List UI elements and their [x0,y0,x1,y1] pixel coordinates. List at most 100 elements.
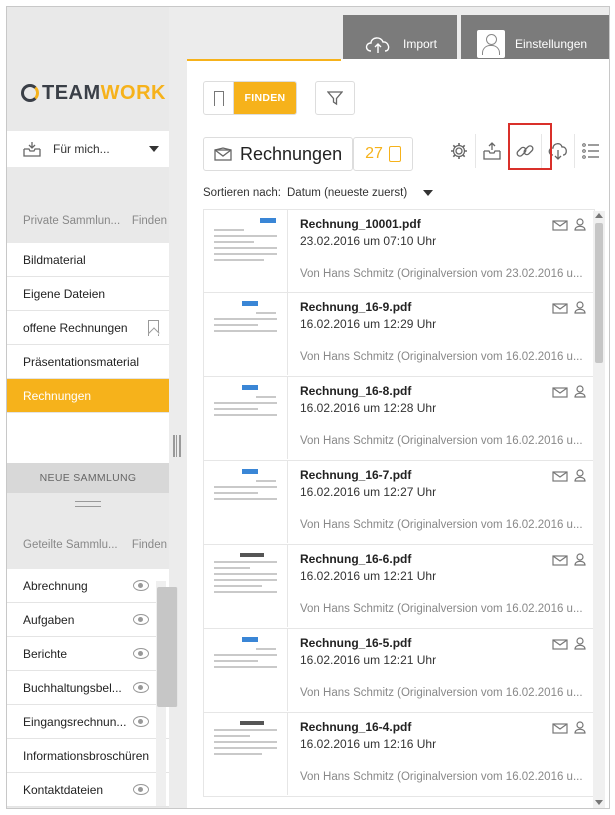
document-row-icons [552,637,586,650]
logo-ring-icon [21,84,39,102]
collection-item-offene-rechnungen[interactable]: offene Rechnungen [7,311,169,345]
collection-label: Aufgaben [23,612,75,627]
document-filename[interactable]: Rechnung_16-7.pdf [300,468,594,482]
user-icon[interactable] [574,385,586,398]
collection-label: Rechnungen [23,388,92,403]
shared-item-eingangsrechnungen[interactable]: Eingangsrechnun... [7,705,169,739]
filter-button[interactable] [315,81,355,115]
shared-item-aufgaben[interactable]: Aufgaben [7,603,169,637]
user-icon[interactable] [574,301,586,314]
settings-button[interactable] [442,134,475,168]
document-icon [388,146,401,162]
eye-icon [133,716,149,727]
user-icon[interactable] [574,553,586,566]
sort-label: Sortieren nach: [203,187,281,199]
document-row-icons [552,553,586,566]
mail-open-icon[interactable] [552,721,568,734]
new-collection-button[interactable]: NEUE SAMMLUNG [7,463,169,493]
document-row[interactable]: Rechnung_10001.pdf 23.02.2016 um 07:10 U… [203,209,595,293]
mail-open-icon[interactable] [552,637,568,650]
scrollbar-thumb[interactable] [157,587,178,707]
eye-icon [133,648,149,659]
mail-open-icon[interactable] [552,385,568,398]
document-filename[interactable]: Rechnung_16-9.pdf [300,300,594,314]
main-panel: FINDEN Rechnungen 27 Sortieren nach: Dat… [187,59,609,808]
document-thumbnail [204,545,288,627]
find-button[interactable]: FINDEN [234,82,296,114]
collection-label: Berichte [23,646,68,661]
document-date: 16.02.2016 um 12:29 Uhr [300,317,437,331]
document-list-scrollbar[interactable] [593,211,605,808]
document-author: Von Hans Schmitz (Originalversion vom 16… [300,603,582,615]
document-filename[interactable]: Rechnung_16-8.pdf [300,384,594,398]
document-author: Von Hans Schmitz (Originalversion vom 23… [300,268,582,280]
collection-label: Präsentationsmaterial [23,354,140,369]
collection-label: Buchhaltungsbel... [23,680,122,695]
eye-icon [133,614,149,625]
bookmark-filter-button[interactable] [204,82,234,114]
collection-label: Informationsbroschüren [23,748,150,763]
scope-dropdown[interactable]: Für mich... [7,131,169,167]
resize-handle-icon[interactable] [75,501,101,507]
logo-text-team: TEAM [42,81,101,104]
share-button[interactable] [475,134,508,168]
pane-splitter-handle[interactable] [173,435,181,457]
collection-label: Kontaktdateien [23,782,104,797]
mail-open-icon[interactable] [552,469,568,482]
document-filename[interactable]: Rechnung_16-6.pdf [300,552,594,566]
document-info: Rechnung_16-7.pdf 16.02.2016 um 12:27 Uh… [288,461,594,544]
collection-item-praesentationsmaterial[interactable]: Präsentationsmaterial [7,345,169,379]
shared-item-kontaktdateien[interactable]: Kontaktdateien [7,773,169,807]
document-row[interactable]: Rechnung_16-8.pdf 16.02.2016 um 12:28 Uh… [203,377,595,461]
shared-item-berichte[interactable]: Berichte [7,637,169,671]
user-icon[interactable] [574,218,586,231]
document-author: Von Hans Schmitz (Originalversion vom 16… [300,771,582,783]
sort-control[interactable]: Sortieren nach: Datum (neueste zuerst) [203,187,434,199]
document-info: Rechnung_16-6.pdf 16.02.2016 um 12:21 Uh… [288,545,594,628]
document-row[interactable]: Rechnung_16-5.pdf 16.02.2016 um 12:21 Uh… [203,629,595,713]
user-icon[interactable] [574,637,586,650]
scroll-up-icon[interactable] [595,213,603,218]
collection-item-rechnungen[interactable]: Rechnungen [7,379,169,413]
document-date: 16.02.2016 um 12:28 Uhr [300,401,437,415]
document-row[interactable]: Rechnung_16-9.pdf 16.02.2016 um 12:29 Uh… [203,293,595,377]
filter-icon [327,91,343,106]
collection-title-box: Rechnungen [203,137,354,171]
user-icon[interactable] [574,469,586,482]
collection-item-bildmaterial[interactable]: Bildmaterial [7,243,169,277]
scrollbar-thumb[interactable] [595,223,603,363]
shared-collections-list: Abrechnung Aufgaben Berichte Buchhaltung… [7,569,169,807]
document-row[interactable]: Rechnung_16-7.pdf 16.02.2016 um 12:27 Uh… [203,461,595,545]
document-row-icons [552,721,586,734]
document-thumbnail [204,377,288,459]
scroll-down-icon[interactable] [595,800,603,805]
share-upload-icon [483,142,501,160]
document-filename[interactable]: Rechnung_16-5.pdf [300,636,594,650]
private-find-link[interactable]: Finden [132,215,167,227]
list-view-button[interactable] [574,134,607,168]
collection-label: offene Rechnungen [23,320,128,335]
mail-open-icon[interactable] [552,301,568,314]
shared-find-link[interactable]: Finden [132,539,167,551]
document-filename[interactable]: Rechnung_16-4.pdf [300,720,594,734]
shared-item-abrechnung[interactable]: Abrechnung [7,569,169,603]
shared-item-informationsbroschueren[interactable]: Informationsbroschüren [7,739,169,773]
document-row[interactable]: Rechnung_16-6.pdf 16.02.2016 um 12:21 Uh… [203,545,595,629]
link-button-highlight [508,123,552,170]
user-icon[interactable] [574,721,586,734]
document-row[interactable]: Rechnung_16-4.pdf 16.02.2016 um 12:16 Uh… [203,713,595,797]
mail-open-icon[interactable] [552,553,568,566]
document-author: Von Hans Schmitz (Originalversion vom 16… [300,687,582,699]
document-author: Von Hans Schmitz (Originalversion vom 16… [300,519,582,531]
collection-label: Eingangsrechnun... [23,714,127,729]
shared-list-scrollbar[interactable] [156,581,178,806]
shared-item-buchhaltungsbelege[interactable]: Buchhaltungsbel... [7,671,169,705]
document-thumbnail [204,629,288,711]
sort-value: Datum (neueste zuerst) [287,187,408,199]
document-filename[interactable]: Rechnung_10001.pdf [300,217,594,231]
bookmark-icon[interactable] [148,320,159,336]
teamwork-logo: TEAM WORK [21,81,166,105]
mail-open-icon[interactable] [552,218,568,231]
document-row-icons [552,218,586,231]
collection-item-eigene-dateien[interactable]: Eigene Dateien [7,277,169,311]
